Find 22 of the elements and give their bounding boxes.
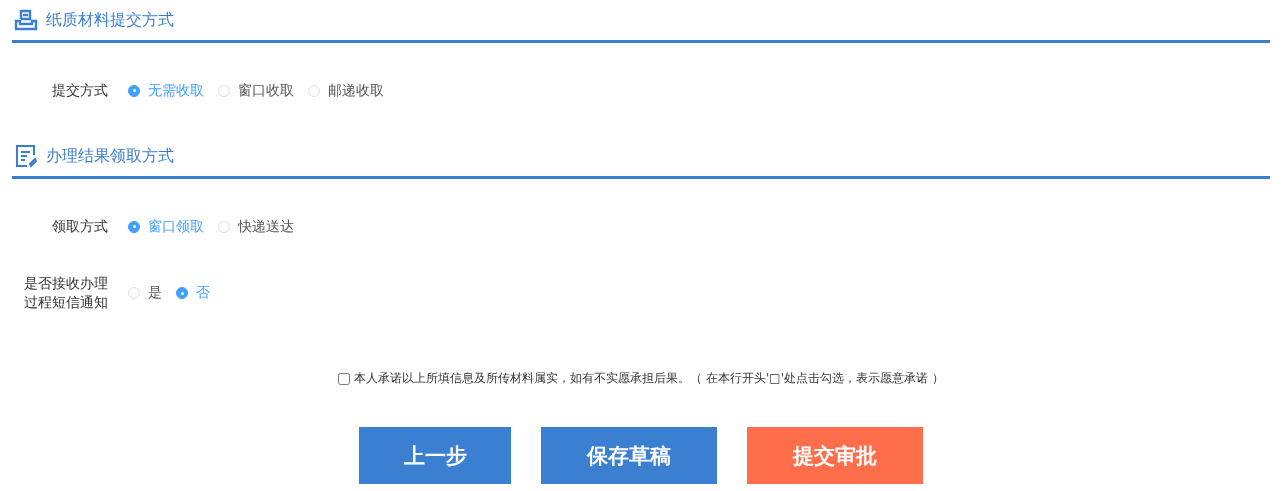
action-button[interactable]: 上一步 [359, 427, 511, 484]
radio-icon[interactable] [128, 220, 140, 233]
promise-checkbox[interactable] [338, 372, 351, 385]
tray-icon [14, 8, 38, 32]
radio-option[interactable]: 快递送达 [218, 217, 294, 236]
promise-text: 本人承诺以上所填信息及所传材料属实，如有不实愿承担后果。（ 在本行开头'□'处点击勾选，表示愿意承诺 ） [354, 370, 944, 387]
action-button[interactable]: 保存草稿 [541, 427, 717, 484]
radio-option[interactable]: 窗口收取 [218, 81, 294, 100]
radio-option[interactable]: 窗口领取 [128, 217, 204, 236]
action-button[interactable]: 提交审批 [747, 427, 923, 484]
radio-option[interactable]: 否 [176, 284, 210, 302]
field-label: 提交方式 [51, 81, 109, 100]
radio-option[interactable]: 邮递收取 [308, 81, 384, 100]
document-edit-icon [14, 144, 38, 168]
radio-icon[interactable] [128, 84, 140, 97]
radio-option[interactable]: 是 [128, 284, 162, 302]
radio-option[interactable]: 无需收取 [128, 81, 204, 100]
field-label: 领取方式 [51, 217, 109, 236]
section-title: 办理结果领取方式 [46, 145, 174, 167]
field-label: 是否接收办理过程短信通知 [23, 274, 109, 312]
section-title: 纸质材料提交方式 [46, 9, 174, 31]
radio-icon[interactable] [176, 287, 188, 299]
